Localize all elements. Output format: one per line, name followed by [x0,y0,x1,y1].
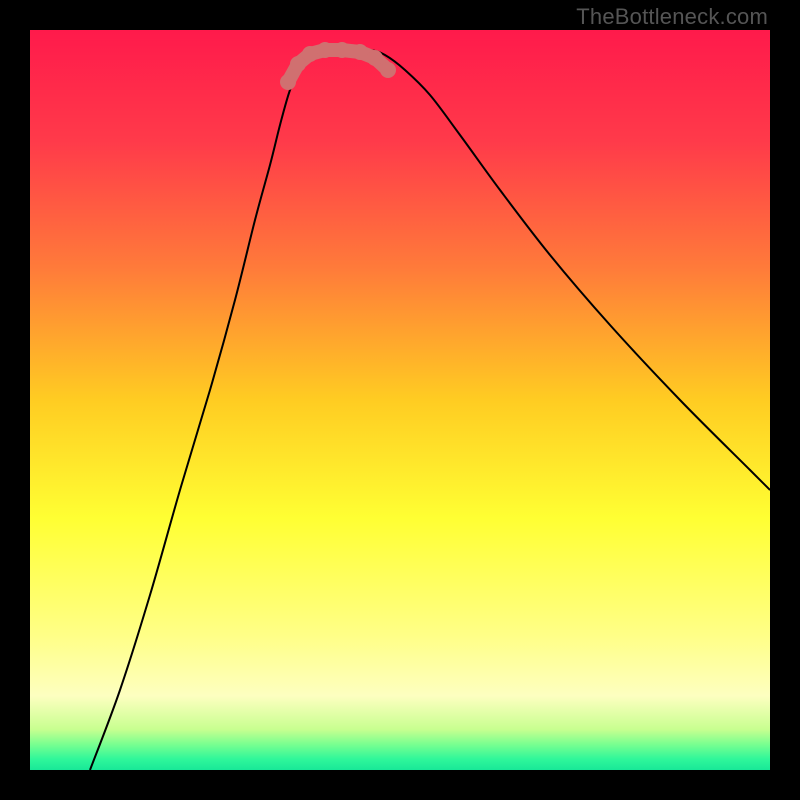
watermark-text: TheBottleneck.com [576,4,768,30]
valley-dot [380,62,396,78]
valley-dot [280,74,296,90]
chart-curve-layer [30,30,770,770]
valley-dot [317,42,333,58]
valley-dot [367,50,383,66]
valley-dot [352,44,368,60]
valley-dot [302,46,318,62]
chart-frame [30,30,770,770]
valley-dot [334,42,350,58]
bottleneck-curve [90,50,770,770]
